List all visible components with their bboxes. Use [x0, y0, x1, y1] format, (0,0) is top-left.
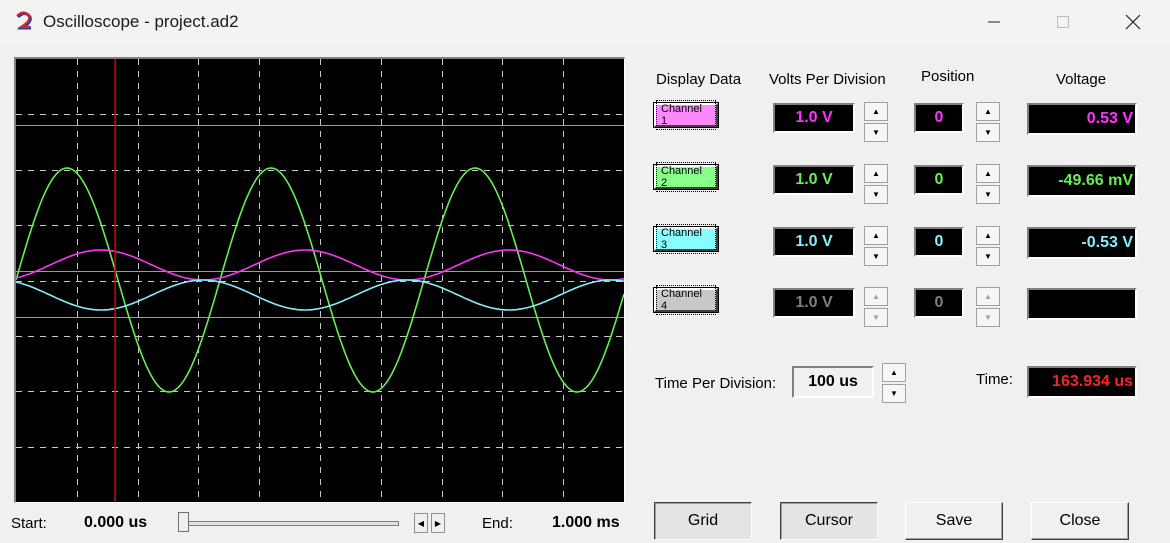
arrow-left-icon: ◀ — [417, 518, 425, 528]
app-logo-icon — [16, 11, 32, 30]
spin-up-icon[interactable]: ▲ — [976, 164, 1000, 183]
spin-down-icon[interactable]: ▼ — [864, 123, 888, 142]
channel-2-vdiv-value: 1.0 V — [795, 171, 833, 188]
channel-4-vdiv-spinner[interactable]: ▲ ▼ — [864, 287, 888, 327]
channel-1-position-value: 0 — [934, 109, 944, 126]
minimize-icon — [988, 21, 1000, 23]
spin-down-icon[interactable]: ▼ — [976, 247, 1000, 266]
spin-down-icon[interactable]: ▼ — [976, 123, 1000, 142]
spin-down-icon[interactable]: ▼ — [976, 308, 1000, 327]
spin-up-icon[interactable]: ▲ — [976, 226, 1000, 245]
scroll-right-button[interactable]: ▶ — [431, 513, 445, 533]
grid-button[interactable]: Grid — [654, 502, 752, 540]
channel-1-label: Channel 1 — [656, 100, 716, 130]
channel-1-voltage-readout: 0.53 V — [1027, 103, 1137, 135]
time-per-division-field[interactable]: 100 us — [792, 366, 874, 398]
channel-2-volts-per-division[interactable]: 1.0 V — [773, 165, 855, 195]
save-button[interactable]: Save — [905, 502, 1003, 540]
channel-1-vdiv-spinner[interactable]: ▲ ▼ — [864, 102, 888, 142]
spin-down-icon[interactable]: ▼ — [864, 308, 888, 327]
channel-4-vdiv-value: 1.0 V — [795, 294, 833, 311]
position-header: Position — [921, 68, 975, 85]
channel-1-position-spinner[interactable]: ▲ ▼ — [976, 102, 1000, 142]
time-range-slider-track[interactable] — [184, 521, 399, 526]
spin-up-icon[interactable]: ▲ — [882, 363, 906, 382]
display-data-header: Display Data — [656, 71, 742, 88]
spin-up-icon[interactable]: ▲ — [864, 102, 888, 121]
spin-up-icon[interactable]: ▲ — [864, 226, 888, 245]
channel-1-button[interactable]: Channel 1 — [653, 100, 719, 130]
channel-4-position-value: 0 — [934, 294, 944, 311]
arrow-right-icon: ▶ — [434, 518, 442, 528]
spin-down-icon[interactable]: ▼ — [864, 185, 888, 204]
channel-2-vdiv-spinner[interactable]: ▲ ▼ — [864, 164, 888, 204]
channel-3-trace — [16, 279, 624, 311]
time-range-slider-thumb[interactable] — [178, 512, 189, 532]
spin-down-icon[interactable]: ▼ — [976, 185, 1000, 204]
channel-2-button[interactable]: Channel 2 — [653, 162, 719, 192]
channel-3-position[interactable]: 0 — [914, 227, 964, 257]
close-icon — [1125, 14, 1141, 30]
channel-2-position-spinner[interactable]: ▲ ▼ — [976, 164, 1000, 204]
start-label: Start: — [11, 515, 47, 532]
volts-per-division-header: Volts Per Division — [769, 71, 886, 88]
end-value: 1.000 ms — [552, 514, 620, 531]
oscilloscope-display[interactable] — [14, 57, 625, 503]
time-per-division-label: Time Per Division: — [655, 375, 777, 392]
waveform-plot — [16, 59, 624, 502]
channel-1-voltage-value: 0.53 V — [1086, 110, 1133, 127]
time-per-division-value: 100 us — [808, 373, 858, 390]
channel-3-volts-per-division[interactable]: 1.0 V — [773, 227, 855, 257]
maximize-button[interactable] — [1043, 8, 1083, 36]
maximize-icon — [1057, 16, 1069, 28]
channel-2-position[interactable]: 0 — [914, 165, 964, 195]
spin-down-icon[interactable]: ▼ — [882, 384, 906, 403]
spin-up-icon[interactable]: ▲ — [864, 164, 888, 183]
channel-3-label: Channel 3 — [656, 224, 716, 254]
channel-3-voltage-value: -0.53 V — [1081, 234, 1133, 251]
close-window-button[interactable] — [1113, 8, 1153, 36]
grid-button-label: Grid — [687, 512, 719, 529]
channel-2-voltage-value: -49.66 mV — [1058, 172, 1133, 189]
channel-4-voltage-readout — [1027, 288, 1137, 320]
channel-3-button[interactable]: Channel 3 — [653, 224, 719, 254]
start-value: 0.000 us — [84, 514, 148, 531]
time-readout: 163.934 us — [1027, 366, 1137, 398]
time-per-division-spinner[interactable]: ▲ ▼ — [882, 363, 906, 403]
close-button-label: Close — [1059, 512, 1101, 529]
window-title: Oscilloscope - project.ad2 — [43, 12, 239, 31]
minimize-button[interactable] — [974, 8, 1014, 36]
channel-4-position[interactable]: 0 — [914, 288, 964, 318]
channel-4-volts-per-division[interactable]: 1.0 V — [773, 288, 855, 318]
cursor-button-label: Cursor — [804, 512, 853, 529]
spin-up-icon[interactable]: ▲ — [864, 287, 888, 306]
cursor-button[interactable]: Cursor — [780, 502, 878, 540]
channel-3-voltage-readout: -0.53 V — [1027, 227, 1137, 259]
spin-up-icon[interactable]: ▲ — [976, 102, 1000, 121]
channel-2-position-value: 0 — [934, 171, 944, 188]
channel-4-position-spinner[interactable]: ▲ ▼ — [976, 287, 1000, 327]
channel-2-voltage-readout: -49.66 mV — [1027, 165, 1137, 197]
channel-4-button[interactable]: Channel 4 — [653, 285, 719, 315]
title-bar: Oscilloscope - project.ad2 — [0, 0, 1170, 44]
spin-up-icon[interactable]: ▲ — [976, 287, 1000, 306]
channel-3-position-spinner[interactable]: ▲ ▼ — [976, 226, 1000, 266]
channel-4-label: Channel 4 — [656, 285, 716, 315]
channel-3-vdiv-spinner[interactable]: ▲ ▼ — [864, 226, 888, 266]
time-label: Time: — [976, 371, 1013, 388]
grid-lines — [16, 59, 624, 502]
channel-3-position-value: 0 — [934, 233, 944, 250]
save-button-label: Save — [935, 512, 973, 529]
channel-1-position[interactable]: 0 — [914, 103, 964, 133]
scroll-left-button[interactable]: ◀ — [414, 513, 428, 533]
spin-down-icon[interactable]: ▼ — [864, 247, 888, 266]
channel-2-label: Channel 2 — [656, 162, 716, 192]
time-value: 163.934 us — [1052, 373, 1133, 390]
channel-1-vdiv-value: 1.0 V — [795, 109, 833, 126]
channel-3-vdiv-value: 1.0 V — [795, 233, 833, 250]
channel-1-volts-per-division[interactable]: 1.0 V — [773, 103, 855, 133]
voltage-header: Voltage — [1056, 71, 1107, 88]
end-label: End: — [482, 515, 513, 532]
close-button[interactable]: Close — [1031, 502, 1129, 540]
